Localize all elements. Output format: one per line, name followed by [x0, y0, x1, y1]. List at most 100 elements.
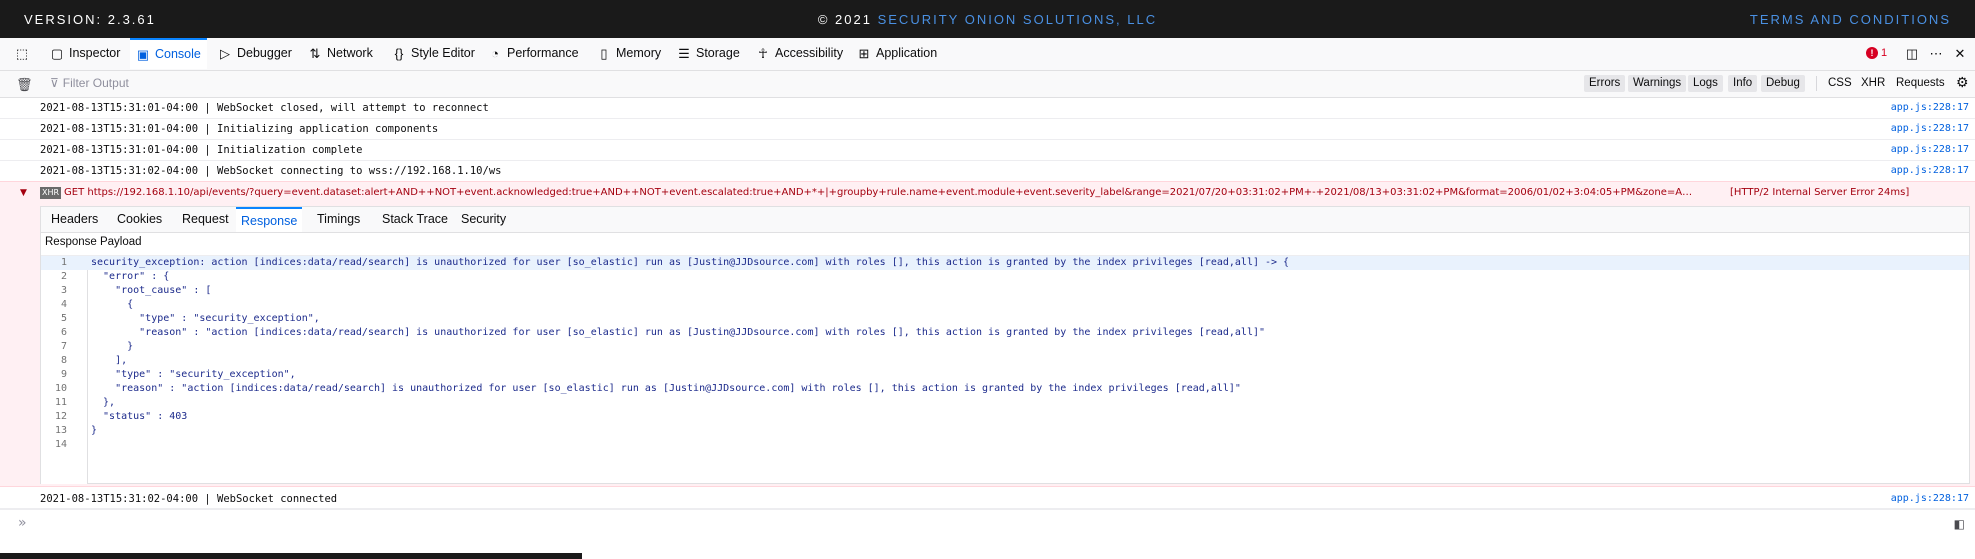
line-number: 12 — [54, 411, 67, 422]
tab-console[interactable]: ▣ Console — [130, 38, 207, 69]
filter-requests[interactable]: Requests — [1896, 75, 1945, 92]
code-line: 9 "type" : "security_exception", — [41, 368, 1969, 382]
tab-label: Accessibility — [775, 46, 844, 60]
code-line: 8 ], — [41, 354, 1969, 368]
code-line: 13} — [41, 424, 1969, 438]
code-line: 6 "reason" : "action [indices:data/read/… — [41, 326, 1969, 340]
tab-storage[interactable]: ☰ Storage — [677, 38, 740, 69]
element-picker-button[interactable]: ⬚ — [15, 38, 29, 69]
filter-bar: 🗑 ⊽ Filter Output Errors Warnings Logs In… — [0, 71, 1975, 98]
dock-button[interactable]: ◫ — [1905, 38, 1919, 69]
code-text: ], — [91, 355, 128, 366]
log-message: 2021-08-13T15:31:02-04:00 | WebSocket co… — [0, 489, 1975, 510]
line-number: 5 — [60, 313, 67, 324]
tab-memory[interactable]: ▯ Memory — [597, 38, 661, 69]
tab-application[interactable]: ⊞ Application — [857, 38, 938, 69]
split-editor-icon: ◧ — [1953, 517, 1965, 531]
filter-errors[interactable]: Errors — [1584, 75, 1626, 92]
code-line: 7 } — [41, 340, 1969, 354]
filter-info[interactable]: Info — [1728, 75, 1758, 92]
log-text: 2021-08-13T15:31:01-04:00 | WebSocket cl… — [40, 102, 489, 114]
filter-debug[interactable]: Debug — [1761, 75, 1805, 92]
line-number: 14 — [54, 439, 67, 450]
tab-headers[interactable]: Headers — [51, 207, 98, 232]
xhr-tag: XHR — [40, 187, 62, 199]
tab-cookies[interactable]: Cookies — [117, 207, 162, 232]
source-link[interactable]: app.js:228:17 — [1891, 98, 1969, 118]
tab-network[interactable]: ⇅ Network — [308, 38, 373, 69]
source-link[interactable]: app.js:228:17 — [1891, 489, 1969, 509]
prompt-chevron-icon: » — [18, 515, 27, 531]
line-number: 6 — [60, 327, 67, 338]
source-link[interactable]: app.js:228:17 — [1891, 119, 1969, 139]
code-text: }, — [91, 397, 116, 408]
code-text: "reason" : "action [indices:data/read/se… — [91, 383, 1241, 394]
line-number: 11 — [54, 397, 67, 408]
code-text: "type" : "security_exception", — [91, 369, 296, 380]
editor-mode-button[interactable]: ◧ — [1954, 517, 1965, 531]
expand-arrow-icon[interactable]: ▼ — [20, 182, 27, 204]
xhr-details-panel: Headers Cookies Request Response Timings… — [40, 206, 1970, 484]
tab-response[interactable]: Response — [236, 207, 303, 232]
tab-inspector[interactable]: ▢ Inspector — [50, 38, 121, 69]
devtools-toolbar: ⬚ ▢ Inspector ▣ Console ▷ Debugger ⇅ Network… — [0, 38, 1975, 71]
log-message: 2021-08-13T15:31:01-04:00 | Initializati… — [0, 140, 1975, 161]
tab-stack-trace[interactable]: Stack Trace — [382, 207, 448, 232]
tab-debugger[interactable]: ▷ Debugger — [218, 38, 292, 69]
tab-label: Network — [327, 46, 373, 60]
filter-icon: ⊽ — [50, 76, 59, 90]
tab-request[interactable]: Request — [182, 207, 229, 232]
log-message: 2021-08-13T15:31:01-04:00 | Initializing… — [0, 119, 1975, 140]
terms-link[interactable]: TERMS AND CONDITIONS — [1750, 12, 1951, 27]
filter-warnings[interactable]: Warnings — [1628, 75, 1687, 92]
code-line: 5 "type" : "security_exception", — [41, 312, 1969, 326]
code-line: 10 "reason" : "action [indices:data/read… — [41, 382, 1969, 396]
close-icon: ✕ — [1954, 45, 1966, 61]
filter-xhr[interactable]: XHR — [1861, 75, 1885, 92]
tab-timings[interactable]: Timings — [317, 207, 360, 232]
xhr-details-tabs: Headers Cookies Request Response Timings… — [41, 207, 1969, 233]
tab-label: Debugger — [237, 46, 292, 60]
line-number: 8 — [60, 355, 67, 366]
console-input[interactable]: » ◧ — [0, 508, 1975, 539]
clear-console-button[interactable]: 🗑 — [16, 77, 33, 93]
xhr-request-url[interactable]: GET https://192.168.1.10/api/events/?que… — [64, 182, 1724, 204]
response-code-viewer[interactable]: 1 security_exception: action [indices:dat… — [41, 255, 1969, 484]
company-link[interactable]: SECURITY ONION SOLUTIONS, LLC — [878, 12, 1158, 27]
xhr-summary-row[interactable]: ▼ XHR GET https://192.168.1.10/api/event… — [0, 182, 1975, 204]
tab-performance[interactable]: ◔ Performance — [488, 38, 579, 69]
code-text: "type" : "security_exception", — [91, 313, 320, 324]
code-text: } — [91, 341, 134, 352]
source-link[interactable]: app.js:228:17 — [1891, 161, 1969, 181]
filter-logs[interactable]: Logs — [1688, 75, 1723, 92]
source-link[interactable]: app.js:228:17 — [1891, 140, 1969, 160]
log-text: 2021-08-13T15:31:01-04:00 | Initializing… — [40, 123, 439, 135]
code-line: 14 — [41, 438, 1969, 452]
line-number: 10 — [54, 383, 67, 394]
error-count-badge[interactable]: ! 1 — [1866, 47, 1887, 59]
accessibility-icon: ☥ — [758, 45, 768, 61]
tab-security[interactable]: Security — [461, 207, 506, 232]
tab-label: Storage — [696, 46, 740, 60]
xhr-status: [HTTP/2 500 Internal Server Error 24ms] — [1730, 182, 1909, 204]
horizontal-scrollbar[interactable] — [0, 553, 582, 559]
code-text: } — [91, 425, 98, 436]
close-devtools-button[interactable]: ✕ — [1953, 38, 1967, 69]
network-icon: ⇅ — [309, 45, 321, 61]
code-text: "status" : 403 — [91, 411, 188, 422]
copyright: © 2021 SECURITY ONION SOLUTIONS, LLC — [0, 12, 1975, 27]
tab-accessibility[interactable]: ☥ Accessibility — [756, 38, 843, 69]
filter-css[interactable]: CSS — [1828, 75, 1852, 92]
filter-input[interactable]: ⊽ Filter Output — [50, 76, 129, 90]
application-icon: ⊞ — [858, 45, 870, 61]
more-options-button[interactable]: ⋯ — [1929, 38, 1943, 69]
console-settings-button[interactable]: ⚙ — [1956, 74, 1969, 91]
log-text: 2021-08-13T15:31:02-04:00 | WebSocket co… — [40, 165, 502, 177]
line-number: 13 — [54, 425, 67, 436]
divider — [1816, 76, 1817, 91]
more-icon: ⋯ — [1929, 45, 1943, 61]
tab-style-editor[interactable]: {} Style Editor — [392, 38, 475, 69]
tab-label: Performance — [507, 46, 579, 60]
line-number: 9 — [60, 369, 67, 380]
code-text: "root_cause" : [ — [91, 285, 212, 296]
